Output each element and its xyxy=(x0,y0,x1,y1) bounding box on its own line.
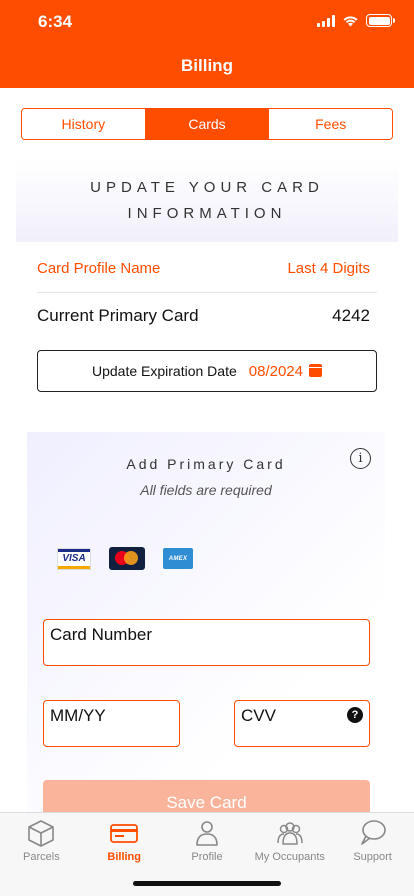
update-expiration-label: Update Expiration Date xyxy=(92,363,237,379)
info-icon[interactable]: i xyxy=(350,448,371,469)
cvv-field: ? xyxy=(234,700,370,747)
card-profile-name: Current Primary Card xyxy=(37,306,199,325)
page-title: Billing xyxy=(181,56,233,75)
tab-fees[interactable]: Fees xyxy=(269,109,392,139)
signal-icon xyxy=(317,14,335,27)
tabbar-label-billing: Billing xyxy=(107,851,141,863)
card-profile-header: Card Profile Name Last 4 Digits xyxy=(37,260,370,277)
add-card-subtitle: All fields are required xyxy=(140,482,272,498)
card-profile-row: Current Primary Card 4242 xyxy=(37,306,370,326)
tabbar-item-billing[interactable]: Billing xyxy=(83,813,166,869)
update-expiration-button[interactable]: Update Expiration Date 08/2024 xyxy=(37,350,377,392)
home-indicator xyxy=(133,881,281,886)
calendar-icon xyxy=(309,363,322,377)
card-last-digits: 4242 xyxy=(332,306,370,325)
mastercard-logo-icon xyxy=(109,547,145,570)
tabbar-label-parcels: Parcels xyxy=(23,851,60,863)
group-icon xyxy=(277,822,303,845)
update-card-heading: UPDATE YOUR CARD INFORMATION xyxy=(90,179,324,222)
card-number-input[interactable] xyxy=(44,620,369,665)
card-brand-logos: VISA AMEX xyxy=(57,547,193,570)
visa-logo-icon: VISA xyxy=(57,547,91,570)
card-number-field xyxy=(43,619,370,666)
tabbar-item-occupants[interactable]: My Occupants xyxy=(248,813,331,869)
box-icon xyxy=(28,820,55,847)
divider xyxy=(37,292,377,293)
chat-icon xyxy=(360,820,386,845)
app-header: 6:34 Billing xyxy=(0,0,414,88)
battery-icon xyxy=(366,14,395,27)
expiry-input[interactable] xyxy=(44,701,179,746)
expiration-date: 08/2024 xyxy=(249,363,322,380)
segmented-tabs: History Cards Fees xyxy=(21,108,393,140)
status-icons xyxy=(317,14,395,27)
person-icon xyxy=(196,821,218,846)
cvv-input[interactable] xyxy=(235,701,369,746)
add-card-title: Add Primary Card xyxy=(126,456,286,472)
update-card-banner: UPDATE YOUR CARD INFORMATION xyxy=(16,160,398,242)
card-icon xyxy=(110,824,139,843)
tabbar-item-profile[interactable]: Profile xyxy=(166,813,249,869)
question-icon[interactable]: ? xyxy=(347,707,363,723)
last-digits-header: Last 4 Digits xyxy=(287,260,370,277)
amex-logo-icon: AMEX xyxy=(163,548,193,569)
tabbar-item-support[interactable]: Support xyxy=(331,813,414,869)
tab-cards[interactable]: Cards xyxy=(145,109,270,139)
tabbar-label-occupants: My Occupants xyxy=(254,851,325,863)
tabbar-label-profile: Profile xyxy=(191,851,223,863)
wifi-icon xyxy=(343,15,358,26)
status-time: 6:34 xyxy=(38,12,73,31)
card-profile-name-header: Card Profile Name xyxy=(37,260,161,277)
expiry-field xyxy=(43,700,180,747)
tabbar-label-support: Support xyxy=(353,851,392,863)
tabbar-item-parcels[interactable]: Parcels xyxy=(0,813,83,869)
tab-history[interactable]: History xyxy=(22,109,146,139)
